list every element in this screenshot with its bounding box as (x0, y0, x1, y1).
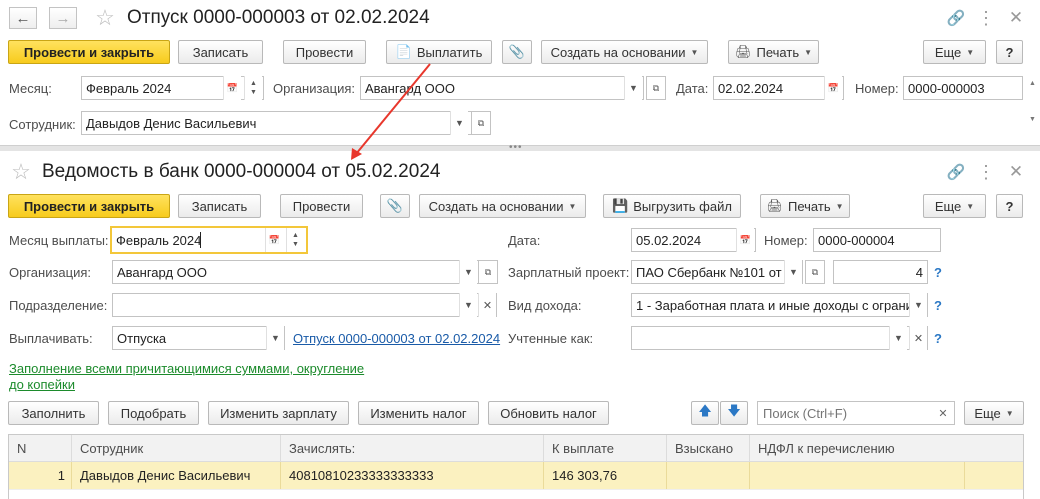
chevron-down-icon: ▼ (568, 201, 577, 211)
change-salary-button[interactable]: Изменить зарплату (208, 401, 349, 425)
change-tax-button[interactable]: Изменить налог (358, 401, 479, 425)
dropdown-icon[interactable]: ▼ (459, 293, 477, 317)
move-up-button[interactable]: 🡅 (691, 401, 719, 425)
organization-label: Организация: (9, 265, 92, 280)
move-down-button[interactable]: 🡇 (720, 401, 748, 425)
dropdown-icon[interactable]: ▼ (909, 293, 927, 317)
text-cursor (200, 232, 201, 248)
clear-search-icon[interactable]: ✕ (934, 404, 952, 422)
export-file-icon: 💾 (612, 198, 629, 213)
favorite-star-icon[interactable]: ☆ (8, 159, 34, 185)
column-header-withheld[interactable]: Взыскано (667, 435, 750, 462)
row-account[interactable]: 40810810233333333333 (281, 462, 544, 489)
paperclip-icon: 📎 (386, 198, 404, 213)
pay-label: Выплачивать: (9, 331, 93, 346)
organization-field[interactable]: Авангард ООО (112, 260, 479, 284)
calendar-icon[interactable]: 📅 (265, 228, 283, 252)
division-field[interactable] (112, 293, 497, 317)
dropdown-icon[interactable]: ▼ (459, 260, 477, 284)
number-label: Номер: (764, 233, 808, 248)
pick-button[interactable]: Подобрать (108, 401, 199, 425)
post-button[interactable]: Провести (280, 194, 363, 218)
search-input[interactable] (757, 401, 955, 425)
row-employee[interactable]: Давыдов Денис Васильевич (72, 462, 281, 489)
help-question-icon[interactable]: ? (934, 298, 942, 313)
calendar-icon[interactable]: 📅 (736, 228, 754, 252)
save-button[interactable]: Записать (178, 194, 261, 218)
fill-settings-link[interactable]: Заполнение всеми причитающимися суммами,… (9, 361, 379, 393)
salary-project-number-field[interactable]: 4 (833, 260, 928, 284)
create-based-on-button[interactable]: Создать на основании ▼ (419, 194, 586, 218)
statement-title: Ведомость в банк 0000-000004 от 05.02.20… (42, 161, 441, 182)
update-tax-button[interactable]: Обновить налог (488, 401, 609, 425)
clear-icon[interactable]: ✕ (909, 326, 927, 350)
help-button[interactable]: ? (996, 194, 1023, 218)
fill-button[interactable]: Заполнить (8, 401, 99, 425)
post-and-close-button[interactable]: Провести и закрыть (8, 194, 170, 218)
printer-icon: 🖨 (766, 198, 783, 213)
chevron-down-icon: ▼ (1005, 408, 1014, 418)
dropdown-icon[interactable]: ▼ (889, 326, 907, 350)
more-menu-icon[interactable]: ⋮ (974, 161, 998, 183)
column-header-n[interactable]: N (9, 435, 72, 462)
row-withheld[interactable] (667, 462, 750, 489)
month-spinner[interactable]: ▲ ▼ (286, 228, 304, 252)
row-to-pay[interactable]: 146 303,76 (544, 462, 667, 489)
row-number: 1 (9, 462, 72, 489)
open-organization-icon[interactable]: ⧉ (478, 260, 498, 284)
column-header-ndfl[interactable]: НДФЛ к перечислению (750, 435, 1023, 462)
table-empty-area (9, 489, 1023, 499)
print-button[interactable]: 🖨 Печать ▼ (760, 194, 850, 218)
pay-field[interactable]: Отпуска (112, 326, 285, 350)
export-file-button[interactable]: 💾 Выгрузить файл (603, 194, 741, 218)
more-button[interactable]: Еще ▼ (923, 194, 986, 218)
row-ndfl[interactable] (750, 462, 965, 489)
clear-icon[interactable]: ✕ (478, 293, 496, 317)
close-icon[interactable]: ✕ (1004, 161, 1028, 183)
open-salary-project-icon[interactable]: ⧉ (805, 260, 825, 284)
dropdown-icon[interactable]: ▼ (266, 326, 284, 350)
attachments-button[interactable]: 📎 (380, 194, 410, 218)
column-header-to-pay[interactable]: К выплате (544, 435, 667, 462)
income-type-label: Вид дохода: (508, 298, 582, 313)
help-question-icon[interactable]: ? (934, 265, 942, 280)
salary-project-field[interactable]: ПАО Сбербанк №101 от (631, 260, 803, 284)
dropdown-icon[interactable]: ▼ (784, 260, 802, 284)
division-label: Подразделение: (9, 298, 108, 313)
pay-month-label: Месяц выплаты: (9, 233, 109, 248)
accounted-as-field[interactable] (631, 326, 928, 350)
column-header-account[interactable]: Зачислять: (281, 435, 544, 462)
salary-project-label: Зарплатный проект: (508, 265, 630, 280)
vacation-document-link[interactable]: Отпуск 0000-000003 от 02.02.2024 (293, 331, 500, 346)
arrow-up-icon: 🡅 (698, 403, 712, 418)
income-type-field[interactable]: 1 - Заработная плата и иные доходы с огр… (631, 293, 928, 317)
chevron-down-icon: ▼ (835, 201, 844, 211)
arrow-down-icon: 🡇 (727, 403, 741, 418)
chevron-down-icon: ▼ (966, 201, 975, 211)
help-question-icon[interactable]: ? (934, 331, 942, 346)
column-header-employee[interactable]: Сотрудник (72, 435, 281, 462)
date-label: Дата: (508, 233, 541, 248)
accounted-as-label: Учтенные как: (508, 331, 594, 346)
number-field[interactable]: 0000-000004 (813, 228, 941, 252)
link-icon[interactable]: 🔗 (944, 161, 968, 183)
table-more-button[interactable]: Еще ▼ (964, 401, 1024, 425)
